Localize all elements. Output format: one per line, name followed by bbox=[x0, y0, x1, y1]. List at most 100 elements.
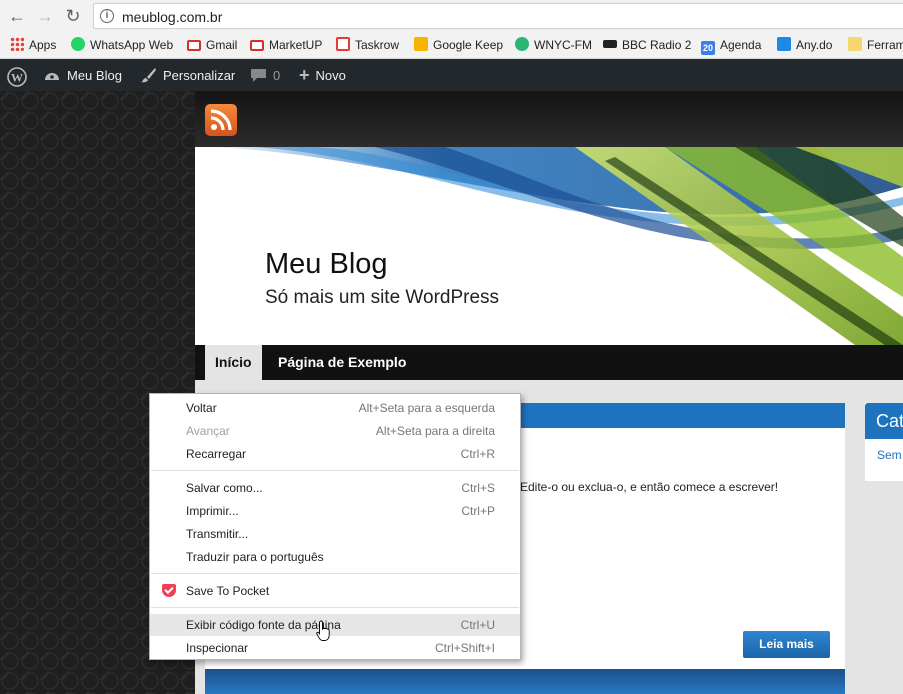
bookmark-bbc-radio[interactable]: BBC Radio 2 bbox=[603, 37, 691, 53]
header-waves-graphic bbox=[195, 147, 903, 345]
menu-item-label: Traduzir para o português bbox=[186, 550, 324, 564]
bookmark-label: Google Keep bbox=[433, 38, 504, 52]
apps-grid-icon bbox=[10, 37, 24, 51]
svg-text:W: W bbox=[11, 71, 23, 85]
menu-item-label: Recarregar bbox=[186, 447, 247, 461]
bookmark-taskrow[interactable]: Taskrow bbox=[336, 37, 399, 53]
plus-icon: + bbox=[299, 65, 310, 85]
bookmark-apps[interactable]: Apps bbox=[10, 37, 56, 53]
wordpress-logo-icon[interactable]: W bbox=[7, 67, 33, 88]
calendar-icon: 20 bbox=[701, 41, 715, 55]
hand-cursor-icon bbox=[316, 620, 330, 641]
bookmark-whatsapp[interactable]: WhatsApp Web bbox=[71, 37, 173, 53]
wnyc-icon bbox=[515, 37, 529, 51]
dashboard-gauge-icon bbox=[45, 73, 59, 80]
menu-item-label: Inspecionar bbox=[186, 641, 249, 655]
bookmark-label: Ferram bbox=[867, 38, 903, 52]
menu-item-save-as[interactable]: Salvar como... Ctrl+S bbox=[150, 477, 520, 499]
menu-item-forward: Avançar Alt+Seta para a direita bbox=[150, 420, 520, 442]
menu-item-shortcut: Ctrl+S bbox=[461, 481, 495, 495]
back-arrow-icon[interactable]: ← bbox=[6, 5, 28, 27]
bookmark-label: WNYC-FM bbox=[534, 38, 592, 52]
menu-separator bbox=[151, 470, 519, 471]
bookmarks-bar: Apps WhatsApp Web Gmail MarketUP Taskrow… bbox=[0, 32, 903, 59]
marketup-icon bbox=[250, 40, 264, 51]
bookmark-agenda[interactable]: 20 Agenda bbox=[701, 37, 762, 55]
new-label: Novo bbox=[315, 68, 346, 83]
folder-icon bbox=[848, 37, 862, 51]
menu-separator bbox=[151, 573, 519, 574]
menu-item-shortcut: Ctrl+P bbox=[461, 504, 495, 518]
menu-separator bbox=[151, 607, 519, 608]
menu-item-cast[interactable]: Transmitir... bbox=[150, 523, 520, 545]
menu-item-shortcut: Alt+Seta para a direita bbox=[375, 424, 495, 438]
bookmark-anydo[interactable]: Any.do bbox=[777, 37, 832, 53]
menu-item-label: Voltar bbox=[186, 401, 217, 415]
pocket-icon bbox=[162, 584, 176, 597]
url-text: meublog.com.br bbox=[122, 9, 223, 25]
read-more-button[interactable]: Leia mais bbox=[743, 631, 830, 658]
bookmark-marketup[interactable]: MarketUP bbox=[250, 37, 322, 53]
menu-item-label: Avançar bbox=[186, 424, 230, 438]
bookmark-label: Any.do bbox=[796, 38, 833, 52]
bookmark-label: Apps bbox=[29, 38, 57, 52]
bookmark-label: Gmail bbox=[206, 38, 238, 52]
comments-link[interactable]: 0 bbox=[250, 67, 280, 84]
menu-item-shortcut: Alt+Seta para a esquerda bbox=[358, 401, 495, 415]
widget-category-link[interactable]: Sem bbox=[877, 448, 902, 462]
wp-admin-bar: W Meu Blog Personalizar 0 + Novo bbox=[0, 60, 903, 91]
bookmark-label: Taskrow bbox=[355, 38, 400, 52]
widget-title: Cat bbox=[865, 403, 903, 439]
bookmark-ferramentas[interactable]: Ferram bbox=[848, 37, 903, 53]
bbc-icon bbox=[603, 40, 617, 48]
menu-item-save-to-pocket[interactable]: Save To Pocket bbox=[150, 580, 520, 602]
info-icon[interactable]: i bbox=[100, 9, 114, 23]
comment-bubble-icon bbox=[251, 69, 266, 82]
menu-item-translate[interactable]: Traduzir para o português bbox=[150, 546, 520, 568]
bookmark-label: BBC Radio 2 bbox=[622, 38, 692, 52]
forward-arrow-icon[interactable]: → bbox=[34, 5, 56, 27]
menu-item-inspect[interactable]: Inspecionar Ctrl+Shift+I bbox=[150, 637, 520, 659]
post-excerpt: Edite-o ou exclua-o, e então comece a es… bbox=[520, 480, 779, 494]
menu-item-back[interactable]: Voltar Alt+Seta para a esquerda bbox=[150, 397, 520, 419]
browser-toolbar: ← → ↻ i meublog.com.br bbox=[0, 0, 903, 32]
menu-item-label: Transmitir... bbox=[186, 527, 249, 541]
menu-item-label: Salvar como... bbox=[186, 481, 263, 495]
categories-widget: Cat Sem bbox=[865, 403, 903, 481]
bookmark-gmail[interactable]: Gmail bbox=[187, 37, 237, 53]
bookmark-google-keep[interactable]: Google Keep bbox=[414, 37, 503, 53]
menu-item-inicio[interactable]: Início bbox=[205, 345, 262, 380]
reload-icon[interactable]: ↻ bbox=[62, 5, 84, 27]
menu-item-shortcut: Ctrl+U bbox=[460, 618, 495, 632]
bookmark-label: MarketUP bbox=[269, 38, 323, 52]
menu-item-pagina-exemplo[interactable]: Página de Exemplo bbox=[268, 345, 416, 380]
site-name: Meu Blog bbox=[67, 68, 122, 83]
bookmark-label: Agenda bbox=[720, 38, 762, 52]
customize-link[interactable]: Personalizar bbox=[141, 67, 235, 84]
new-content-menu[interactable]: + Novo bbox=[299, 65, 346, 85]
bookmark-wnyc[interactable]: WNYC-FM bbox=[515, 37, 592, 53]
header-image: Meu Blog Só mais um site WordPress bbox=[195, 147, 903, 345]
next-post-header-bar bbox=[205, 669, 845, 694]
menu-item-print[interactable]: Imprimir... Ctrl+P bbox=[150, 500, 520, 522]
site-description: Só mais um site WordPress bbox=[265, 287, 500, 308]
bookmark-label: WhatsApp Web bbox=[90, 38, 174, 52]
comments-count: 0 bbox=[273, 68, 281, 83]
address-bar[interactable]: i meublog.com.br bbox=[93, 3, 903, 29]
menu-item-reload[interactable]: Recarregar Ctrl+R bbox=[150, 443, 520, 465]
paintbrush-icon bbox=[141, 68, 156, 83]
menu-item-view-source[interactable]: Exibir código fonte da página Ctrl+U bbox=[150, 614, 520, 636]
anydo-check-icon bbox=[777, 37, 791, 51]
main-menu: Início Página de Exemplo bbox=[195, 345, 903, 380]
whatsapp-icon bbox=[71, 37, 85, 51]
keep-bulb-icon bbox=[414, 37, 428, 51]
taskrow-icon bbox=[336, 37, 350, 51]
customize-label: Personalizar bbox=[163, 68, 236, 83]
site-title[interactable]: Meu Blog bbox=[265, 248, 388, 281]
menu-item-shortcut: Ctrl+Shift+I bbox=[434, 641, 495, 655]
site-name-menu[interactable]: Meu Blog bbox=[43, 67, 122, 84]
rss-icon[interactable] bbox=[205, 104, 237, 136]
site-topbar bbox=[195, 91, 903, 147]
menu-item-label: Save To Pocket bbox=[186, 584, 270, 598]
menu-item-label: Imprimir... bbox=[186, 504, 239, 518]
